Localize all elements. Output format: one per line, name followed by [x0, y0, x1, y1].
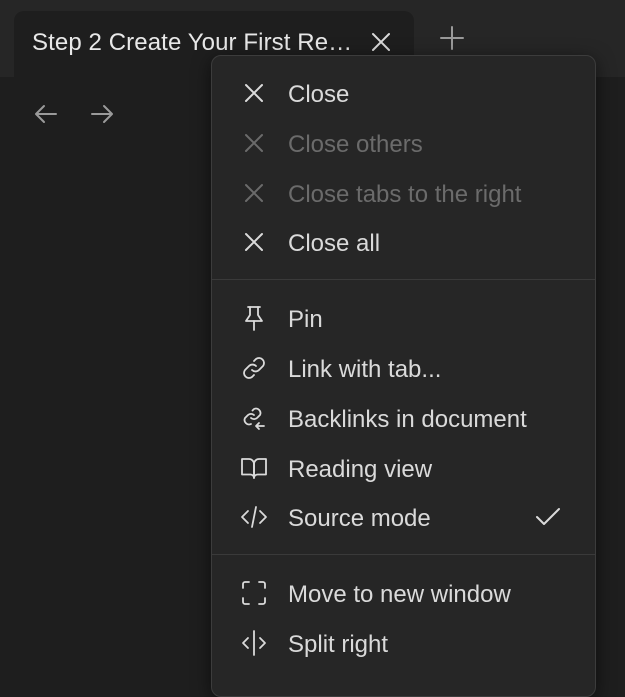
close-icon — [240, 79, 268, 107]
close-icon — [240, 179, 268, 207]
arrow-right-icon[interactable] — [88, 100, 116, 128]
book-open-icon — [240, 454, 268, 482]
checkmark-icon — [534, 503, 562, 531]
menu-item-close-others: Close others — [212, 120, 595, 166]
backlinks-icon — [240, 404, 268, 432]
menu-item-close-tabs-right: Close tabs to the right — [212, 170, 595, 216]
close-icon[interactable] — [369, 30, 393, 54]
maximize-icon — [240, 579, 268, 607]
menu-item-label: Move to new window — [288, 581, 511, 608]
split-icon — [240, 629, 268, 657]
link-icon — [240, 354, 268, 382]
arrow-left-icon[interactable] — [32, 100, 60, 128]
menu-item-label: Source mode — [288, 505, 431, 532]
menu-separator — [212, 279, 595, 280]
menu-item-close[interactable]: Close — [212, 70, 595, 116]
menu-item-label: Close others — [288, 131, 423, 158]
menu-item-label: Close all — [288, 230, 381, 257]
plus-icon[interactable] — [438, 24, 466, 52]
menu-item-pin[interactable]: Pin — [212, 295, 595, 341]
menu-item-label: Pin — [288, 306, 323, 333]
menu-item-label: Reading view — [288, 456, 433, 483]
close-icon — [240, 129, 268, 157]
menu-item-label: Link with tab... — [288, 356, 442, 383]
close-icon — [240, 228, 268, 256]
menu-item-label: Split right — [288, 631, 389, 658]
code-icon — [240, 503, 268, 531]
pin-icon — [240, 304, 268, 332]
tab-context-menu: Close Close others Close tabs to the rig… — [211, 55, 596, 697]
menu-item-reading-view[interactable]: Reading view — [212, 445, 595, 491]
menu-item-label: Backlinks in document — [288, 406, 527, 433]
menu-item-link-with-tab[interactable]: Link with tab... — [212, 345, 595, 391]
menu-item-backlinks[interactable]: Backlinks in document — [212, 395, 595, 441]
menu-item-close-all[interactable]: Close all — [212, 219, 595, 265]
tab-title: Step 2 Create Your First Re… — [32, 29, 353, 56]
menu-item-move-to-new-window[interactable]: Move to new window — [212, 570, 595, 616]
menu-item-label: Close tabs to the right — [288, 181, 522, 208]
menu-item-label: Close — [288, 81, 350, 108]
menu-item-source-mode[interactable]: Source mode — [212, 494, 595, 540]
menu-item-split-right[interactable]: Split right — [212, 620, 595, 666]
menu-separator — [212, 554, 595, 555]
